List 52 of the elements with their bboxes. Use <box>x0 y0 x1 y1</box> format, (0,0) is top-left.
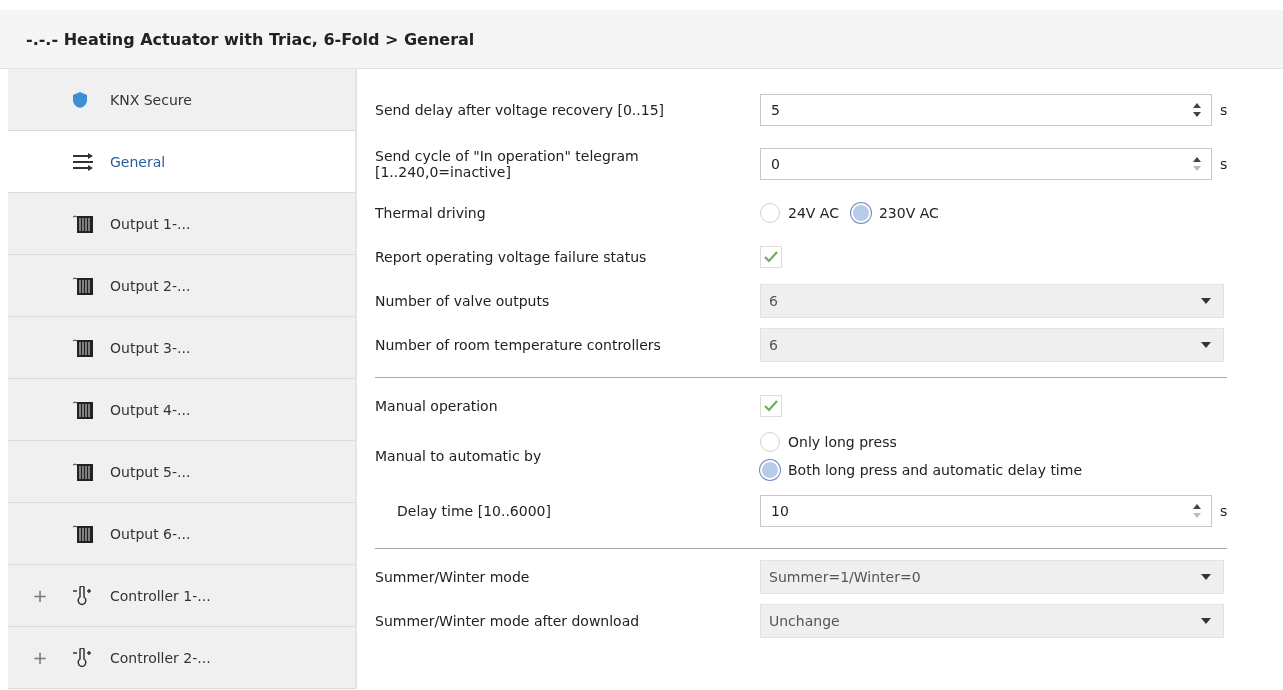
parameter-label: Summer/Winter mode after download <box>375 612 641 630</box>
checkbox[interactable] <box>760 395 782 417</box>
radio-option[interactable]: Only long press <box>760 432 1082 452</box>
dropdown-caret-icon <box>1201 618 1211 624</box>
dropdown-caret-icon <box>1201 298 1211 304</box>
sidebar-item[interactable]: Output 1-... <box>8 193 355 255</box>
checkmark-icon <box>764 251 778 263</box>
number-field[interactable]: 5 <box>760 94 1212 126</box>
parameter-label: Report operating voltage failure status <box>375 248 648 266</box>
number-field[interactable]: 0 <box>760 148 1212 180</box>
dropdown-caret-icon <box>1201 342 1211 348</box>
window-title: -.-.- Heating Actuator with Triac, 6-Fold > General <box>26 29 475 49</box>
radiator-icon <box>72 214 94 233</box>
parameter-label: Manual to automatic by <box>375 447 543 465</box>
radio-option[interactable]: 24V AC <box>760 203 839 223</box>
expand-toggle[interactable]: + <box>32 585 48 606</box>
radiator-icon <box>72 338 94 357</box>
parameter-label: Number of valve outputs <box>375 292 551 310</box>
sidebar-item[interactable]: + Controller 1-... <box>8 565 355 627</box>
radiator-icon <box>72 524 94 543</box>
sidebar-item[interactable]: Output 3-... <box>8 317 355 379</box>
sidebar-item[interactable]: Output 6-... <box>8 503 355 565</box>
parameter-label: Manual operation <box>375 397 499 415</box>
parameter-label: Delay time [10..6000] <box>396 502 552 520</box>
expand-toggle[interactable]: + <box>32 647 48 668</box>
parameter-label: Send cycle of "In operation" telegram [1..240,0=inactive] <box>375 147 640 181</box>
radiator-icon <box>72 462 94 481</box>
number-field[interactable]: 10 <box>760 495 1212 527</box>
parameter-label: Thermal driving <box>375 204 487 222</box>
dropdown-caret-icon <box>1201 574 1211 580</box>
sidebar-item[interactable]: + Controller 2-... <box>8 627 355 689</box>
sidebar-item[interactable]: Output 2-... <box>8 255 355 317</box>
shield-icon <box>72 90 88 109</box>
checkmark-icon <box>764 400 778 412</box>
unit-label: s <box>1220 503 1228 519</box>
unit-label: s <box>1220 156 1228 172</box>
thermometer-icon <box>72 647 94 668</box>
sidebar-item[interactable]: Output 5-... <box>8 441 355 503</box>
thermometer-icon <box>72 585 94 606</box>
radiator-icon <box>72 400 94 419</box>
parameter-label: Summer/Winter mode <box>375 568 531 586</box>
sidebar-item[interactable]: General <box>8 131 355 193</box>
parameter-label: Send delay after voltage recovery [0..15] <box>375 101 665 119</box>
parameter-label: Number of room temperature controllers <box>375 336 662 354</box>
checkbox[interactable] <box>760 246 782 268</box>
spinner-arrows-icon[interactable] <box>1193 102 1201 118</box>
radio-option[interactable]: Both long press and automatic delay time <box>760 460 1082 480</box>
radio-option[interactable]: 230V AC <box>850 203 939 223</box>
sidebar-item[interactable]: Output 4-... <box>8 379 355 441</box>
unit-label: s <box>1220 102 1228 118</box>
radiator-icon <box>72 276 94 295</box>
sliders-icon <box>72 152 94 171</box>
